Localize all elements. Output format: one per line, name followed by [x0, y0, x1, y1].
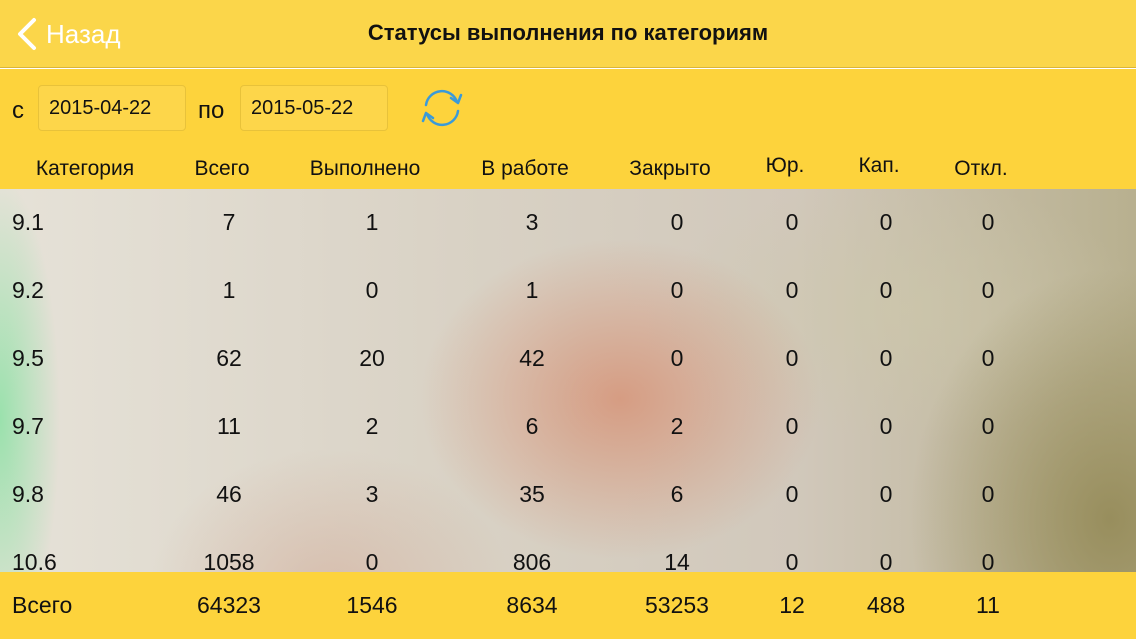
header-rejected: Откл.: [954, 157, 1008, 180]
table-row[interactable]: 10.6 1058 0 806 14 0 0 0: [0, 529, 1136, 573]
cell-closed: 0: [670, 277, 684, 303]
totals-bar: Всего 64323 1546 8634 53253 12 488 11: [0, 572, 1136, 639]
totals-done: 1546: [346, 592, 398, 618]
from-label: с: [12, 97, 24, 124]
cell-done: 1: [365, 209, 379, 235]
cell-total: 46: [216, 481, 242, 507]
cell-closed: 0: [670, 209, 684, 235]
cell-total: 11: [217, 413, 241, 439]
cell-done: 0: [365, 277, 379, 303]
cell-done: 0: [365, 549, 379, 573]
header-category: Категория: [35, 157, 135, 180]
cell-capital: 0: [879, 345, 893, 371]
cell-total: 62: [216, 345, 242, 371]
totals-legal: 12: [779, 592, 805, 618]
cell-rejected: 0: [981, 413, 995, 439]
cell-rejected: 0: [981, 549, 995, 573]
cell-in-progress: 3: [525, 209, 539, 235]
date-filter-bar: с 2015-04-22 по 2015-05-22: [0, 69, 1136, 149]
cell-capital: 0: [879, 209, 893, 235]
cell-closed: 14: [664, 549, 690, 573]
cell-in-progress: 42: [519, 345, 545, 371]
header-total: Всего: [194, 157, 250, 180]
totals-closed: 53253: [645, 592, 709, 618]
cell-in-progress: 1: [525, 277, 539, 303]
cell-category: 9.5: [12, 345, 44, 371]
cell-category: 9.8: [12, 481, 44, 507]
cell-in-progress: 35: [519, 481, 545, 507]
cell-legal: 0: [785, 277, 799, 303]
table-row[interactable]: 9.1 7 1 3 0 0 0 0: [0, 189, 1136, 257]
table-row[interactable]: 9.5 62 20 42 0 0 0 0: [0, 325, 1136, 393]
cell-capital: 0: [879, 413, 893, 439]
cell-rejected: 0: [981, 481, 995, 507]
totals-capital: 488: [866, 592, 906, 618]
app-window: Назад Статусы выполнения по категориям с…: [0, 0, 1136, 639]
cell-category: 9.7: [12, 413, 44, 439]
cell-closed: 6: [670, 481, 684, 507]
cell-total: 1058: [203, 549, 255, 573]
cell-category: 10.6: [12, 549, 57, 573]
table-body: 9.1 7 1 3 0 0 0 0 9.2 1 0 1 0 0 0 0 9.5 …: [0, 189, 1136, 573]
totals-rejected: 11: [976, 592, 1000, 618]
to-date-field[interactable]: 2015-05-22: [240, 85, 388, 131]
cell-legal: 0: [785, 345, 799, 371]
cell-in-progress: 6: [525, 413, 539, 439]
cell-legal: 0: [785, 413, 799, 439]
table-row[interactable]: 9.7 11 2 6 2 0 0 0: [0, 393, 1136, 461]
page-title: Статусы выполнения по категориям: [367, 20, 769, 45]
cell-total: 1: [222, 277, 236, 303]
totals-label: Всего: [12, 592, 73, 618]
cell-capital: 0: [879, 277, 893, 303]
from-date-field[interactable]: 2015-04-22: [38, 85, 186, 131]
cell-done: 20: [359, 345, 385, 371]
cell-rejected: 0: [981, 345, 995, 371]
totals-in-progress: 8634: [506, 592, 558, 618]
header-closed: Закрыто: [629, 157, 711, 180]
cell-done: 2: [365, 413, 379, 439]
header-done: Выполнено: [309, 157, 421, 180]
cell-closed: 0: [670, 345, 684, 371]
cell-done: 3: [365, 481, 379, 507]
cell-total: 7: [222, 209, 236, 235]
cell-in-progress: 806: [512, 549, 552, 573]
cell-legal: 0: [785, 549, 799, 573]
totals-total: 64323: [197, 592, 261, 618]
cell-rejected: 0: [981, 277, 995, 303]
refresh-button[interactable]: [414, 85, 470, 131]
header-in-progress: В работе: [481, 157, 569, 180]
refresh-icon: [421, 89, 463, 127]
cell-legal: 0: [785, 481, 799, 507]
cell-capital: 0: [879, 549, 893, 573]
cell-closed: 2: [670, 413, 684, 439]
cell-category: 9.2: [12, 277, 44, 303]
cell-legal: 0: [785, 209, 799, 235]
table-row[interactable]: 9.2 1 0 1 0 0 0 0: [0, 257, 1136, 325]
table-header: Категория Всего Выполнено В работе Закры…: [0, 149, 1136, 189]
navigation-bar: Назад Статусы выполнения по категориям: [0, 0, 1136, 68]
to-label: по: [198, 97, 225, 124]
header-legal: Юр.: [765, 154, 805, 177]
cell-capital: 0: [879, 481, 893, 507]
header-capital: Кап.: [858, 154, 900, 177]
cell-rejected: 0: [981, 209, 995, 235]
cell-category: 9.1: [12, 209, 44, 235]
table-row[interactable]: 9.8 46 3 35 6 0 0 0: [0, 461, 1136, 529]
